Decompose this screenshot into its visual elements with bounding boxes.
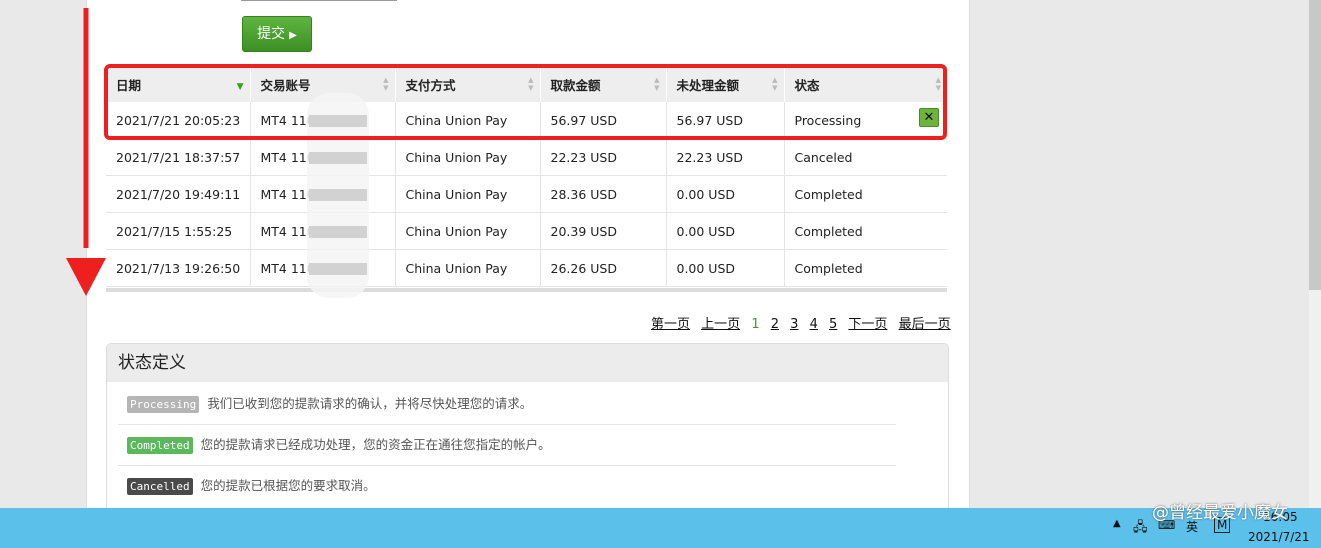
page-prev-link[interactable]: 上一页	[701, 317, 740, 332]
tray-chevron-icon[interactable]: ▲	[1113, 518, 1121, 529]
status-badge: Processing	[127, 396, 200, 413]
cell-pending: 0.00 USD	[666, 175, 785, 213]
input-underline	[241, 0, 397, 1]
withdrawal-table: 日期 ▼ 交易账号 ▲ ▼ 支付方式 ▲ ▼ 取款金额 ▲ ▼ 未处理金额 ▲ ▼ 状态 ▲ ▼ 20…	[106, 66, 947, 287]
cell-pending: 56.97 USD	[666, 102, 785, 139]
table-row: 2021/7/20 19:49:11 MT4 110 China Union P…	[106, 175, 947, 213]
status-def-processing: Processing 我们已收到您的提款请求的确认，并将尽快处理您的请求。	[118, 384, 896, 425]
page-current: 1	[751, 317, 760, 332]
cell-method: China Union Pay	[395, 249, 541, 287]
table-row: 2021/7/13 19:26:50 MT4 110 China Union P…	[106, 249, 947, 287]
table-row: 2021/7/21 20:05:23 MT4 110 China Union P…	[106, 102, 947, 139]
sort-icon: ▲ ▼	[772, 76, 778, 92]
column-header-status[interactable]: 状态 ▲ ▼	[784, 66, 947, 102]
watermark: @曾经最爱小魔女	[1152, 503, 1288, 523]
submit-button[interactable]: 提交 ▶	[242, 16, 312, 52]
cell-amount: 22.23 USD	[540, 138, 667, 176]
page-last-link[interactable]: 最后一页	[899, 317, 951, 332]
submit-label: 提交	[257, 26, 286, 42]
column-header-pending[interactable]: 未处理金额 ▲ ▼	[666, 66, 785, 102]
cell-status: Completed	[784, 249, 947, 287]
cell-amount: 26.26 USD	[540, 249, 667, 287]
cell-status: Completed	[784, 175, 947, 213]
cell-date: 2021/7/21 20:05:23	[106, 102, 251, 139]
cell-method: China Union Pay	[395, 212, 541, 250]
sort-desc-icon: ▼	[236, 82, 244, 92]
cell-pending: 22.23 USD	[666, 138, 785, 176]
network-icon[interactable]: 🖧	[1133, 518, 1148, 540]
redaction-bar	[309, 263, 367, 275]
page-link-2[interactable]: 2	[771, 317, 779, 332]
status-def-text: 您的提款已根据您的要求取消。	[200, 478, 376, 493]
status-def-completed: Completed 您的提款请求已经成功处理，您的资金正在通往您指定的帐户。	[118, 425, 896, 466]
column-header-amount[interactable]: 取款金额 ▲ ▼	[540, 66, 667, 102]
status-def-text: 我们已收到您的提款请求的确认，并将尽快处理您的请求。	[207, 396, 533, 411]
status-definitions-panel: 状态定义 Processing 我们已收到您的提款请求的确认，并将尽快处理您的请求…	[106, 343, 949, 515]
cell-pending: 0.00 USD	[666, 249, 785, 287]
status-badge: Cancelled	[127, 478, 193, 495]
taskbar: ▲ 🖧 ⌨ 英 M 16:05 2021/7/21	[0, 508, 1321, 548]
table-row: 2021/7/21 18:37:57 MT4 110 China Union P…	[106, 138, 947, 176]
cell-amount: 56.97 USD	[540, 102, 667, 139]
sort-icon: ▲ ▼	[935, 76, 941, 92]
cell-status: Canceled	[784, 138, 947, 176]
sort-icon: ▲ ▼	[383, 76, 389, 92]
status-def-cancelled: Cancelled 您的提款已根据您的要求取消。	[118, 466, 896, 506]
redaction-bar	[309, 226, 367, 238]
table-header-row: 日期 ▼ 交易账号 ▲ ▼ 支付方式 ▲ ▼ 取款金额 ▲ ▼ 未处理金额 ▲ ▼ 状态 ▲ ▼	[106, 66, 947, 102]
scrollbar-thumb[interactable]	[1309, 0, 1321, 290]
status-def-text: 您的提款请求已经成功处理，您的资金正在通往您指定的帐户。	[200, 437, 551, 452]
cell-pending: 0.00 USD	[666, 212, 785, 250]
close-icon: ✕	[923, 110, 935, 125]
redaction-bar	[309, 115, 367, 127]
redaction-bar	[309, 152, 367, 164]
cell-method: China Union Pay	[395, 138, 541, 176]
cell-method: China Union Pay	[395, 175, 541, 213]
table-row: 2021/7/15 1:55:25 MT4 110 China Union Pa…	[106, 212, 947, 250]
page-link-4[interactable]: 4	[810, 317, 818, 332]
cell-date: 2021/7/13 19:26:50	[106, 249, 251, 287]
pagination: 第一页 上一页 1 2 3 4 5 下一页 最后一页	[651, 313, 958, 332]
page-first-link[interactable]: 第一页	[651, 317, 690, 332]
status-definitions-title: 状态定义	[107, 344, 948, 382]
cell-date: 2021/7/15 1:55:25	[106, 212, 251, 250]
sort-icon: ▲ ▼	[654, 76, 660, 92]
play-icon: ▶	[289, 30, 297, 41]
column-header-date[interactable]: 日期 ▼	[106, 66, 251, 102]
cell-amount: 20.39 USD	[540, 212, 667, 250]
page-content: 提交 ▶ 日期 ▼ 交易账号 ▲ ▼ 支付方式 ▲ ▼ 取款金额 ▲ ▼ 未处理金额 ▲ ▼ 状态 ▲…	[86, 0, 970, 515]
cancel-withdrawal-button[interactable]: ✕	[919, 108, 939, 127]
redaction-bar	[309, 189, 367, 201]
cell-status: Completed	[784, 212, 947, 250]
down-arrow-annotation	[66, 8, 106, 296]
cell-date: 2021/7/20 19:49:11	[106, 175, 251, 213]
status-badge: Completed	[127, 437, 193, 454]
page-link-5[interactable]: 5	[829, 317, 837, 332]
table-bottom-border	[106, 288, 947, 292]
page-link-3[interactable]: 3	[790, 317, 798, 332]
cell-date: 2021/7/21 18:37:57	[106, 138, 251, 176]
cell-method: China Union Pay	[395, 102, 541, 139]
column-header-method[interactable]: 支付方式 ▲ ▼	[395, 66, 541, 102]
cell-amount: 28.36 USD	[540, 175, 667, 213]
clock-date[interactable]: 2021/7/21	[1248, 530, 1310, 544]
page-next-link[interactable]: 下一页	[848, 317, 887, 332]
sort-icon: ▲ ▼	[528, 76, 534, 92]
